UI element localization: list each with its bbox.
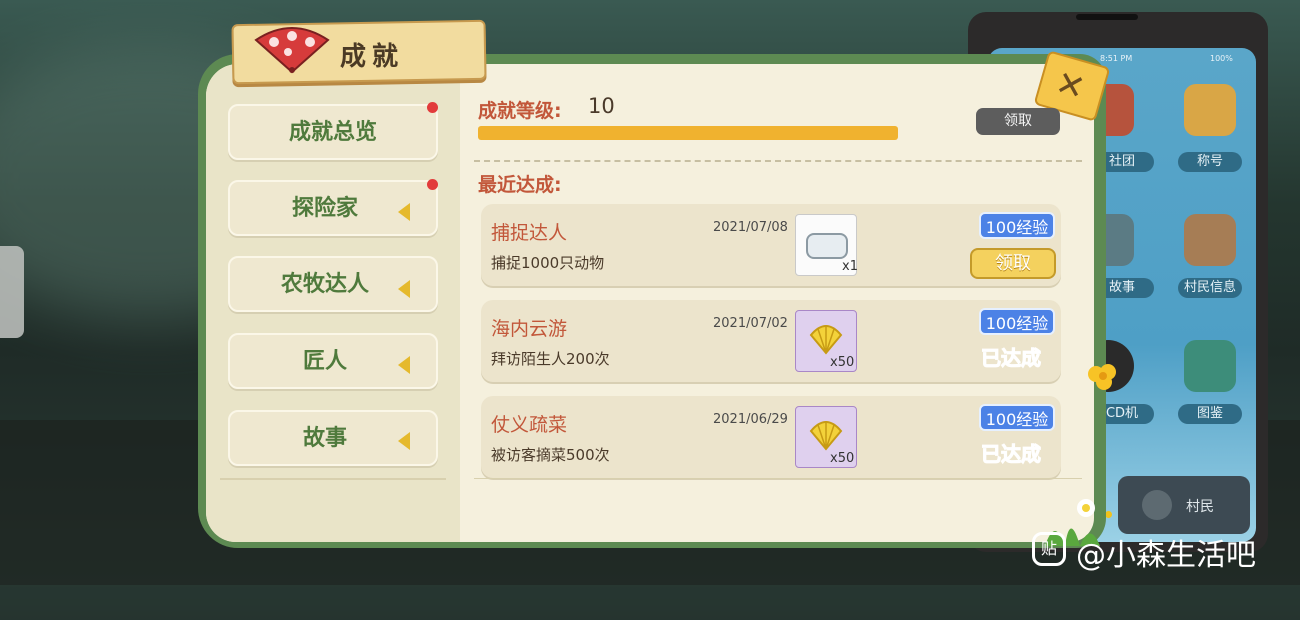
reward-slot[interactable]: x50 <box>795 310 857 372</box>
achievement-date: 2021/07/02 <box>713 316 788 331</box>
flower-icon <box>1088 364 1116 390</box>
status-completed: 已达成 <box>981 346 1042 371</box>
section-divider <box>474 160 1082 162</box>
achievement-name: 仗义疏菜 <box>491 414 568 436</box>
shell-icon <box>809 325 843 355</box>
reward-slot[interactable]: x1 <box>795 214 858 276</box>
exp-badge: 100经验 <box>979 308 1055 335</box>
app-label-villager-info[interactable]: 村民信息 <box>1178 278 1242 298</box>
achievement-desc: 拜访陌生人200次 <box>491 350 610 368</box>
achievement-desc: 被访客摘菜500次 <box>491 446 610 464</box>
reward-qty: x50 <box>830 355 855 370</box>
reward-qty: x50 <box>830 451 855 466</box>
expand-arrow-icon <box>398 203 410 221</box>
achievement-card: 仗义疏菜 被访客摘菜500次 2021/06/29 x50 100经验 已达成 <box>481 396 1061 478</box>
achievement-name: 海内云游 <box>491 318 568 340</box>
claim-level-button[interactable]: 领取 <box>976 108 1060 135</box>
achievement-date: 2021/06/29 <box>713 412 788 427</box>
level-progress-bar <box>478 126 898 140</box>
recent-label: 最近达成: <box>478 174 562 196</box>
achievement-date: 2021/07/08 <box>713 220 788 235</box>
achievement-card: 海内云游 拜访陌生人200次 2021/07/02 x50 100经验 已达成 <box>481 300 1061 382</box>
page-title: 成就 <box>340 42 405 72</box>
expand-arrow-icon <box>398 432 410 450</box>
reward-slot[interactable]: x50 <box>795 406 857 468</box>
status-completed: 已达成 <box>981 442 1042 467</box>
exp-badge: 100经验 <box>979 212 1055 239</box>
app-label-album[interactable]: 图鉴 <box>1178 404 1242 424</box>
left-edge-handle[interactable] <box>0 246 24 338</box>
phone-notch <box>1076 14 1138 20</box>
sidebar: 成就总览 探险家 农牧达人 匠人 故事 <box>206 64 460 542</box>
app-label-title[interactable]: 称号 <box>1178 152 1242 172</box>
phone-time: 8:51 PM <box>1100 54 1133 63</box>
level-value: 10 <box>588 94 615 118</box>
notification-dot <box>427 179 438 190</box>
album-icon[interactable] <box>1184 340 1236 392</box>
reward-qty: x1 <box>842 259 858 274</box>
achievement-desc: 捕捉1000只动物 <box>491 254 605 272</box>
pebble-icon <box>806 233 848 259</box>
sidebar-divider <box>220 478 446 480</box>
list-bottom-divider <box>474 478 1082 479</box>
villager-hat-icon <box>1142 490 1172 520</box>
phone-battery: 100% <box>1210 54 1233 63</box>
fan-icon <box>254 27 330 74</box>
exp-badge: 100经验 <box>979 404 1055 431</box>
villager-info-icon[interactable] <box>1184 214 1236 266</box>
achievement-card: 捕捉达人 捕捉1000只动物 2021/07/08 x1 100经验 领取 <box>481 204 1061 286</box>
phone-dock[interactable] <box>1118 476 1250 534</box>
expand-arrow-icon <box>398 280 410 298</box>
tieba-logo-icon: 贴 <box>1032 532 1066 566</box>
sidebar-item-label: 成就总览 <box>288 120 377 145</box>
shell-icon <box>809 421 843 451</box>
dock-label[interactable]: 村民 <box>1186 496 1214 516</box>
level-label: 成就等级: <box>478 100 562 122</box>
sidebar-item-overview[interactable]: 成就总览 <box>228 104 438 160</box>
watermark-text: @小森生活吧 <box>1076 538 1256 573</box>
title-badge-icon[interactable] <box>1184 84 1236 136</box>
expand-arrow-icon <box>398 356 410 374</box>
claim-button[interactable]: 领取 <box>970 248 1056 279</box>
notification-dot <box>427 102 438 113</box>
achievement-name: 捕捉达人 <box>491 222 568 244</box>
